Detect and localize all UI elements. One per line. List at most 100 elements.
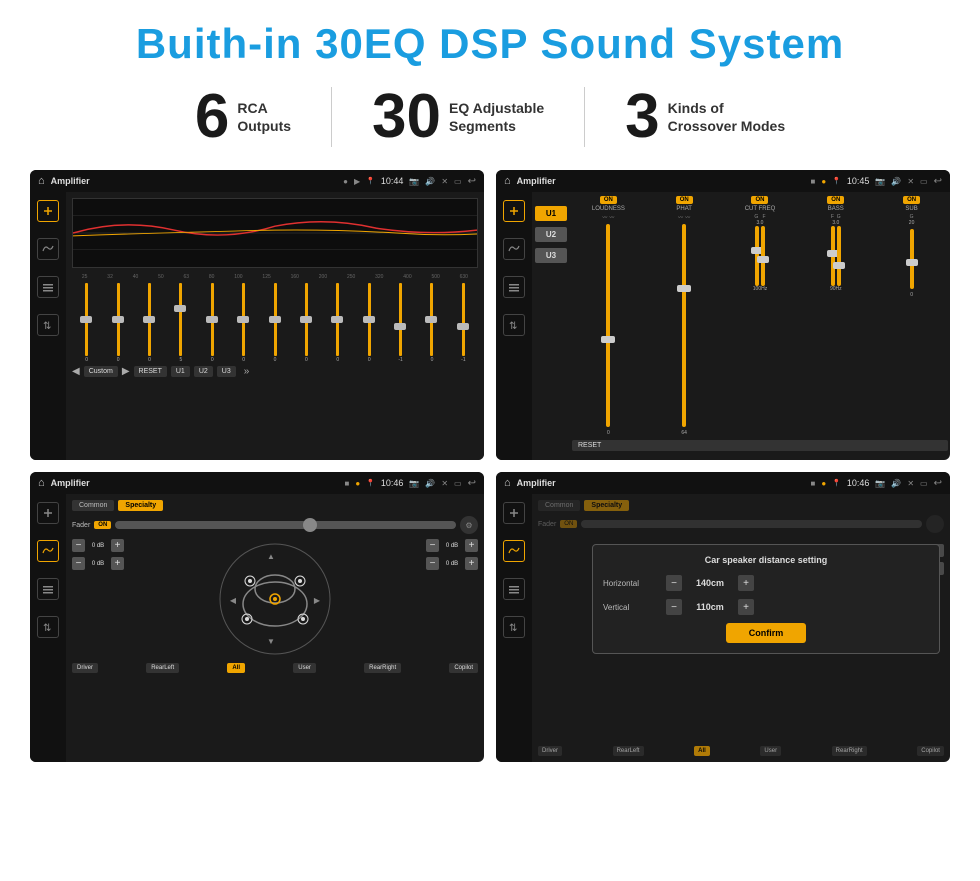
distance-sidebar-icon-4[interactable]: ⇅ xyxy=(503,616,525,638)
distance-sidebar-icon-2[interactable] xyxy=(503,540,525,562)
cutfreq-on[interactable]: ON xyxy=(751,196,768,204)
u3-btn-eq[interactable]: U3 xyxy=(217,366,236,377)
rearleft-btn-d[interactable]: RearLeft xyxy=(613,746,644,756)
eq-slider-col[interactable]: 0 xyxy=(72,283,101,363)
speaker-sidebar-icon-1[interactable] xyxy=(37,502,59,524)
volume-icon[interactable]: 🔊 xyxy=(425,177,435,186)
loudness-on[interactable]: ON xyxy=(600,196,617,204)
camera-icon-2[interactable]: 📷 xyxy=(875,177,885,186)
vertical-plus-btn[interactable]: + xyxy=(738,599,754,615)
home-icon-4[interactable]: ⌂ xyxy=(504,477,511,489)
crossover-sidebar-icon-4[interactable]: ⇅ xyxy=(503,314,525,336)
rearright-btn-d[interactable]: RearRight xyxy=(832,746,867,756)
camera-icon-4[interactable]: 📷 xyxy=(875,479,885,488)
u2-btn[interactable]: U2 xyxy=(535,227,567,242)
eq-slider-col[interactable]: -1 xyxy=(449,283,478,363)
volume-icon-4[interactable]: 🔊 xyxy=(891,479,901,488)
all-btn-d[interactable]: All xyxy=(694,746,710,756)
eq-sidebar-icon-3[interactable] xyxy=(37,276,59,298)
close-icon-2[interactable]: ✕ xyxy=(907,177,914,186)
volume-icon-3[interactable]: 🔊 xyxy=(425,479,435,488)
prev-arrow[interactable]: ◀ xyxy=(72,366,80,377)
speaker-sidebar-icon-4[interactable]: ⇅ xyxy=(37,616,59,638)
u1-btn[interactable]: U1 xyxy=(535,206,567,221)
u3-btn[interactable]: U3 xyxy=(535,248,567,263)
eq-slider-col[interactable]: 0 xyxy=(323,283,352,363)
close-icon-3[interactable]: ✕ xyxy=(441,479,448,488)
eq-slider-col[interactable]: 0 xyxy=(292,283,321,363)
plus-btn-1[interactable]: + xyxy=(111,539,124,552)
home-icon[interactable]: ⌂ xyxy=(38,175,45,187)
volume-icon-2[interactable]: 🔊 xyxy=(891,177,901,186)
phat-on[interactable]: ON xyxy=(676,196,693,204)
eq-sidebar-icon-4[interactable]: ⇅ xyxy=(37,314,59,336)
vertical-minus-btn[interactable]: − xyxy=(666,599,682,615)
close-icon-4[interactable]: ✕ xyxy=(907,479,914,488)
minus-btn-3[interactable]: − xyxy=(426,539,439,552)
speaker-sidebar-icon-3[interactable] xyxy=(37,578,59,600)
all-btn[interactable]: All xyxy=(227,663,245,673)
rearleft-btn[interactable]: RearLeft xyxy=(146,663,179,673)
custom-btn[interactable]: Custom xyxy=(84,366,118,377)
close-icon-eq[interactable]: ✕ xyxy=(441,177,448,186)
play-icon[interactable]: ▶ xyxy=(354,177,360,186)
user-btn[interactable]: User xyxy=(293,663,316,673)
driver-btn-d[interactable]: Driver xyxy=(538,746,562,756)
back-icon-3[interactable]: ↩ xyxy=(468,478,476,489)
eq-slider-col[interactable]: 0 xyxy=(229,283,258,363)
eq-slider-col[interactable]: 0 xyxy=(417,283,446,363)
eq-slider-col[interactable]: 0 xyxy=(135,283,164,363)
plus-btn-2[interactable]: + xyxy=(111,557,124,570)
speaker-sidebar-icon-2[interactable] xyxy=(37,540,59,562)
rearright-btn[interactable]: RearRight xyxy=(364,663,401,673)
window-icon[interactable]: ▭ xyxy=(454,177,462,186)
window-icon-2[interactable]: ▭ xyxy=(920,177,928,186)
plus-btn-4[interactable]: + xyxy=(465,557,478,570)
fader-on-badge[interactable]: ON xyxy=(94,521,111,529)
reset-btn-crossover[interactable]: RESET xyxy=(572,440,948,451)
eq-slider-col[interactable]: 0 xyxy=(103,283,132,363)
eq-sidebar-icon-2[interactable] xyxy=(37,238,59,260)
eq-slider-col[interactable]: 0 xyxy=(355,283,384,363)
eq-slider-col[interactable]: 0 xyxy=(260,283,289,363)
copilot-btn[interactable]: Copilot xyxy=(449,663,478,673)
tab-common[interactable]: Common xyxy=(72,500,114,511)
horizontal-minus-btn[interactable]: − xyxy=(666,575,682,591)
minus-btn-4[interactable]: − xyxy=(426,557,439,570)
distance-sidebar-icon-1[interactable] xyxy=(503,502,525,524)
camera-icon-3[interactable]: 📷 xyxy=(409,479,419,488)
confirm-button[interactable]: Confirm xyxy=(726,623,806,643)
minus-btn-2[interactable]: − xyxy=(72,557,85,570)
driver-btn[interactable]: Driver xyxy=(72,663,98,673)
u1-btn-eq[interactable]: U1 xyxy=(171,366,190,377)
next-arrow[interactable]: ▶ xyxy=(122,366,130,377)
home-icon-3[interactable]: ⌂ xyxy=(38,477,45,489)
settings-icon[interactable]: ⚙ xyxy=(460,516,478,534)
svg-text:▲: ▲ xyxy=(267,552,275,561)
u2-btn-eq[interactable]: U2 xyxy=(194,366,213,377)
window-icon-3[interactable]: ▭ xyxy=(454,479,462,488)
crossover-sidebar-icon-3[interactable] xyxy=(503,276,525,298)
crossover-sidebar-icon-2[interactable] xyxy=(503,238,525,260)
eq-slider-col[interactable]: 0 xyxy=(198,283,227,363)
copilot-btn-d[interactable]: Copilot xyxy=(917,746,944,756)
back-icon-4[interactable]: ↩ xyxy=(934,478,942,489)
sub-on[interactable]: ON xyxy=(903,196,920,204)
back-icon-2[interactable]: ↩ xyxy=(934,176,942,187)
home-icon-2[interactable]: ⌂ xyxy=(504,175,511,187)
eq-slider-col[interactable]: -1 xyxy=(386,283,415,363)
plus-btn-3[interactable]: + xyxy=(465,539,478,552)
bass-on[interactable]: ON xyxy=(827,196,844,204)
camera-icon[interactable]: 📷 xyxy=(409,177,419,186)
window-icon-4[interactable]: ▭ xyxy=(920,479,928,488)
minus-btn-1[interactable]: − xyxy=(72,539,85,552)
reset-btn-eq[interactable]: RESET xyxy=(134,366,167,377)
eq-sidebar-icon-1[interactable] xyxy=(37,200,59,222)
distance-sidebar-icon-3[interactable] xyxy=(503,578,525,600)
crossover-sidebar-icon-1[interactable] xyxy=(503,200,525,222)
user-btn-d[interactable]: User xyxy=(760,746,781,756)
eq-slider-col[interactable]: 5 xyxy=(166,283,195,363)
tab-specialty[interactable]: Specialty xyxy=(118,500,163,511)
back-icon-eq[interactable]: ↩ xyxy=(468,176,476,187)
horizontal-plus-btn[interactable]: + xyxy=(738,575,754,591)
